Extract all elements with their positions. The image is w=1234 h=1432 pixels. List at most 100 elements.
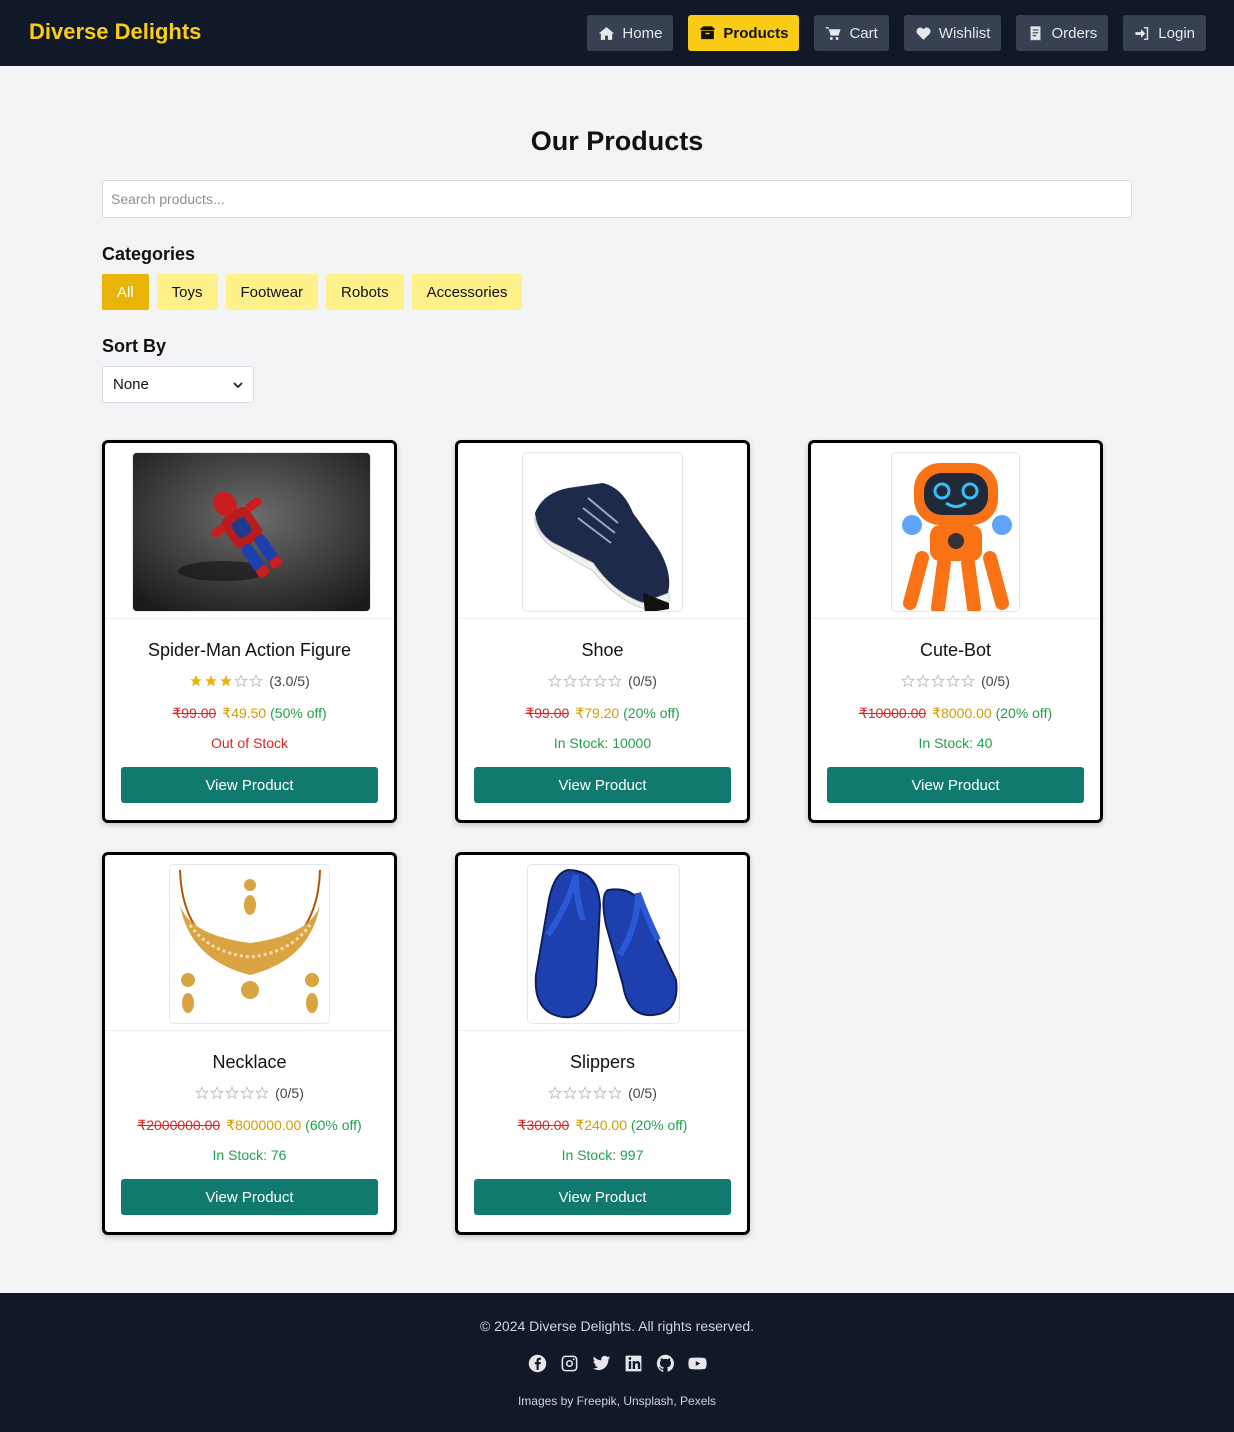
view-product-button[interactable]: View Product [121,1179,378,1215]
chevron-down-icon [233,381,243,388]
box-icon [700,25,716,39]
image-credits: Images by Freepik, Unsplash, Pexels [517,1394,717,1408]
nav-products-label: Products [723,24,789,42]
product-card: Cute-Bot (0/5) ₹10000.00 ₹8000.00 (20% of… [808,440,1103,823]
star-filled-icon [190,675,203,687]
categories-heading: Categories [102,244,196,264]
sort-select[interactable]: None [102,366,254,403]
original-price: ₹300.00 [517,1117,570,1133]
star-empty-icon [225,1086,240,1100]
product-price: ₹99.00 ₹79.20 (20% off) [458,705,747,722]
star-filled-icon [220,675,233,687]
sale-price: ₹49.50 [222,705,267,721]
product-image-area [811,443,1100,619]
github-icon[interactable] [656,1354,675,1373]
product-image[interactable] [522,452,683,612]
product-image-area [105,855,394,1031]
star-empty-icon [255,1086,270,1100]
category-all-button[interactable]: All [102,274,149,310]
view-product-button[interactable]: View Product [121,767,378,803]
view-product-button[interactable]: View Product [474,767,731,803]
star-empty-icon [240,1086,255,1100]
home-icon [599,26,615,40]
star-empty-icon [608,674,623,688]
discount-label: (20% off) [995,705,1053,721]
star-rating [195,1086,270,1100]
original-price: ₹99.00 [525,705,570,721]
star-empty-icon [901,674,916,688]
product-name[interactable]: Necklace [105,1052,394,1073]
slippers-image [534,868,678,1019]
nav-orders-button[interactable]: Orders [1016,15,1109,51]
view-product-button[interactable]: View Product [474,1179,731,1215]
stock-status: In Stock: 10000 [553,735,652,751]
product-image-area [105,443,394,619]
shoe-image [534,483,670,611]
category-accessories-button[interactable]: Accessories [411,274,523,310]
facebook-icon[interactable] [528,1354,547,1373]
instagram-icon[interactable] [560,1354,579,1373]
product-image-area [458,855,747,1031]
product-name[interactable]: Cute-Bot [811,640,1100,661]
original-price: ₹10000.00 [858,705,927,721]
star-empty-icon [578,674,593,688]
product-price: ₹2000000.00 ₹800000.00 (60% off) [105,1117,394,1134]
star-empty-icon [961,674,976,688]
star-empty-icon [593,674,608,688]
product-card: Necklace (0/5) ₹2000000.00 ₹800000.00 (60… [102,852,397,1235]
product-rating: (0/5) [811,673,1100,689]
rating-text: (0/5) [275,1085,304,1101]
star-empty-icon [210,1086,225,1100]
nav-wishlist-button[interactable]: Wishlist [903,15,1002,51]
category-filter: All Toys Footwear Robots Accessories [102,274,523,310]
product-name[interactable]: Spider-Man Action Figure [105,640,394,661]
category-footwear-button[interactable]: Footwear [225,274,319,310]
product-rating: (3.0/5) [105,673,394,689]
login-icon [1135,26,1149,40]
star-empty-icon [931,674,946,688]
star-rating [548,1086,623,1100]
spiderman-figure-image [133,453,370,611]
stock-status: Out of Stock [210,735,289,751]
nav-home-button[interactable]: Home [587,15,674,51]
star-empty-icon [249,674,264,688]
brand-logo[interactable]: Diverse Delights [29,19,201,45]
star-rating [901,674,976,688]
nav-products-button[interactable]: Products [688,15,800,51]
youtube-icon[interactable] [687,1354,707,1373]
product-name[interactable]: Shoe [458,640,747,661]
rating-text: (0/5) [981,673,1010,689]
twitter-icon[interactable] [592,1354,611,1373]
category-toys-button[interactable]: Toys [156,274,218,310]
stock-status: In Stock: 40 [918,735,993,751]
main-nav: Home Products Cart Wishlist Orders Login [587,15,1206,51]
product-image[interactable] [891,452,1020,612]
product-image[interactable] [527,864,680,1024]
view-product-button[interactable]: View Product [827,767,1084,803]
product-name[interactable]: Slippers [458,1052,747,1073]
necklace-image [179,869,321,1013]
search-input[interactable] [102,180,1132,218]
nav-cart-button[interactable]: Cart [814,15,889,51]
cart-icon [826,26,842,40]
discount-label: (20% off) [623,705,680,721]
product-image[interactable] [169,864,330,1024]
receipt-icon [1030,25,1041,41]
nav-cart-label: Cart [849,24,878,42]
product-price: ₹300.00 ₹240.00 (20% off) [458,1117,747,1134]
linkedin-icon[interactable] [624,1354,643,1373]
rating-text: (0/5) [628,673,657,689]
star-empty-icon [548,674,563,688]
category-robots-button[interactable]: Robots [326,274,404,310]
star-empty-icon [563,674,578,688]
nav-login-button[interactable]: Login [1123,15,1206,51]
star-filled-icon [205,675,218,687]
product-image[interactable] [132,452,371,612]
copyright-text: © 2024 Diverse Delights. All rights rese… [479,1318,755,1334]
sale-price: ₹79.20 [575,705,620,721]
star-rating [548,674,623,688]
product-rating: (0/5) [458,1085,747,1101]
page-title: Our Products [530,126,704,156]
star-empty-icon [916,674,931,688]
star-empty-icon [608,1086,623,1100]
